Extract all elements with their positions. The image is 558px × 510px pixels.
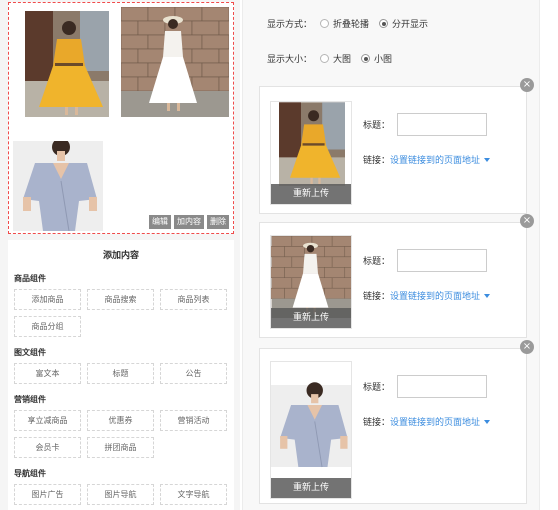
link-field-row: 链接： 设置链接到的页面地址 [363,289,491,302]
caret-down-icon[interactable] [484,293,491,298]
title-input[interactable] [397,249,488,272]
item-thumbnail[interactable]: 重新上传 [270,235,352,329]
left-panel: 编辑 加内容 删除 添加内容 商品组件 添加商品 商品搜索 商品列表 商品分组 … [0,0,240,510]
component-image-nav[interactable]: 图片导航 [87,484,154,505]
link-setting-dropdown[interactable]: 设置链接到的页面地址 [390,415,480,428]
close-icon[interactable]: × [520,78,534,92]
close-icon[interactable]: × [520,214,534,228]
close-icon[interactable]: × [520,340,534,354]
component-add-product[interactable]: 添加商品 [14,289,81,310]
radio-separate-display-label: 分开显示 [392,20,429,30]
link-label: 链接： [363,418,391,428]
link-label: 链接： [363,156,391,166]
image-item-card: × 重新上传 标题： 链接： 设置链接到的页面地址 [259,214,534,338]
component-product-list[interactable]: 商品列表 [160,289,227,310]
item-thumbnail[interactable]: 重新上传 [270,361,352,499]
component-instant-discount[interactable]: 享立减商品 [14,410,81,431]
reupload-button[interactable]: 重新上传 [271,184,351,204]
radio-fold-carousel[interactable]: 折叠轮播 [320,17,369,30]
reupload-button[interactable]: 重新上传 [271,308,351,328]
component-member-card[interactable]: 会员卡 [14,437,81,458]
display-mode-label: 显示方式： [267,20,313,30]
preview-actions: 编辑 加内容 删除 [149,215,229,229]
link-field-row: 链接： 设置链接到的页面地址 [363,415,491,428]
radio-circle-icon [320,19,330,28]
title-label: 标题： [363,383,391,393]
group-title-product: 商品组件 [14,274,46,283]
component-coupon[interactable]: 优惠券 [87,410,154,431]
title-input[interactable] [397,375,488,398]
preview-image-yellow-dress [25,11,109,117]
preview-image-white-dress [121,7,229,117]
component-notice[interactable]: 公告 [160,363,227,384]
image-item-card: × 重新上传 标题： 链接： 设置链接到的页面地址 [259,340,534,504]
link-setting-dropdown[interactable]: 设置链接到的页面地址 [390,289,480,302]
caret-down-icon[interactable] [484,419,491,424]
radio-checked-icon [379,19,389,28]
reupload-button[interactable]: 重新上传 [271,478,351,498]
title-field-row: 标题： [363,249,488,272]
component-text-nav[interactable]: 文字导航 [160,484,227,505]
preview-image-blue-dress [13,141,103,231]
image-item-card: × 重新上传 标题： 链接： 设置链接到的页面地址 [259,78,534,214]
component-marketing-activity[interactable]: 营销活动 [160,410,227,431]
group-title-graphic: 图文组件 [14,348,46,357]
component-image-ad[interactable]: 图片广告 [14,484,81,505]
radio-circle-icon [320,54,330,63]
settings-panel: 显示方式： 折叠轮播 分开显示 显示大小： 大图 小图 × 重新上传 标题： 链… [242,0,540,510]
component-rich-text[interactable]: 富文本 [14,363,81,384]
title-field-row: 标题： [363,375,488,398]
radio-separate-display[interactable]: 分开显示 [379,17,428,30]
link-setting-dropdown[interactable]: 设置链接到的页面地址 [390,153,480,166]
link-label: 链接： [363,292,391,302]
component-title[interactable]: 标题 [87,363,154,384]
title-label: 标题： [363,121,391,131]
add-content-panel: 添加内容 商品组件 添加商品 商品搜索 商品列表 商品分组 图文组件 富文本 标… [8,240,234,510]
display-size-label: 显示大小： [267,55,313,65]
link-field-row: 链接： 设置链接到的页面地址 [363,153,491,166]
item-thumbnail[interactable]: 重新上传 [270,101,352,205]
radio-fold-carousel-label: 折叠轮播 [333,20,370,30]
display-mode-row: 显示方式： 折叠轮播 分开显示 [267,17,438,30]
caret-down-icon[interactable] [484,157,491,162]
component-product-search[interactable]: 商品搜索 [87,289,154,310]
preview-area[interactable]: 编辑 加内容 删除 [8,2,234,234]
group-title-marketing: 营销组件 [14,395,46,404]
radio-small-image-label: 小图 [374,55,393,65]
title-input[interactable] [397,113,488,136]
title-field-row: 标题： [363,113,488,136]
radio-large-image[interactable]: 大图 [320,52,351,65]
title-label: 标题： [363,257,391,267]
radio-large-image-label: 大图 [333,55,352,65]
component-group-buy[interactable]: 拼团商品 [87,437,154,458]
radio-checked-icon [361,54,371,63]
add-content-title: 添加内容 [102,251,139,261]
radio-small-image[interactable]: 小图 [361,52,392,65]
edit-button[interactable]: 编辑 [149,215,171,229]
component-product-group[interactable]: 商品分组 [14,316,81,337]
add-content-button[interactable]: 加内容 [174,215,204,229]
delete-button[interactable]: 删除 [207,215,229,229]
display-size-row: 显示大小： 大图 小图 [267,52,402,65]
group-title-navigation: 导航组件 [14,469,46,478]
